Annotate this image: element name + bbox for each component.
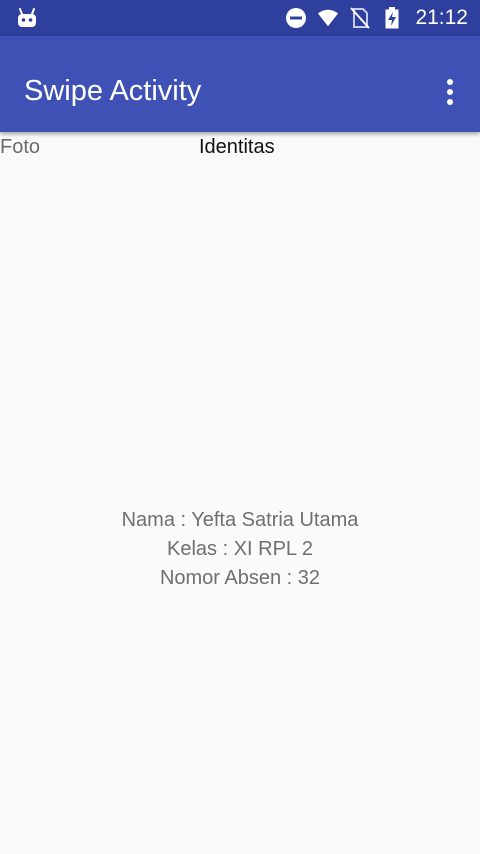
status-icons: 21:12	[285, 0, 468, 36]
tab-strip: Foto Identitas	[0, 132, 480, 164]
app-bar: Swipe Activity	[0, 36, 480, 132]
more-vert-icon-dot	[447, 89, 453, 95]
no-sim-icon	[349, 7, 371, 29]
tab-foto[interactable]: Foto	[0, 136, 40, 159]
battery-charging-icon	[381, 7, 403, 29]
android-icon	[16, 8, 38, 28]
more-vert-icon-dot	[447, 99, 453, 105]
more-vert-icon-dot	[447, 79, 453, 85]
identity-content: Nama : Yefta Satria Utama Kelas : XI RPL…	[0, 506, 480, 593]
wifi-icon	[317, 7, 339, 29]
do-not-disturb-icon	[285, 7, 307, 29]
class-text: Kelas : XI RPL 2	[167, 538, 313, 560]
app-title: Swipe Activity	[24, 75, 202, 107]
status-bar: 21:12	[0, 0, 480, 36]
more-options-button[interactable]	[436, 72, 464, 112]
status-time: 21:12	[415, 6, 468, 29]
attendance-number-text: Nomor Absen : 32	[159, 567, 321, 589]
name-text: Nama : Yefta Satria Utama	[121, 509, 359, 531]
tab-identitas[interactable]: Identitas	[199, 136, 275, 159]
